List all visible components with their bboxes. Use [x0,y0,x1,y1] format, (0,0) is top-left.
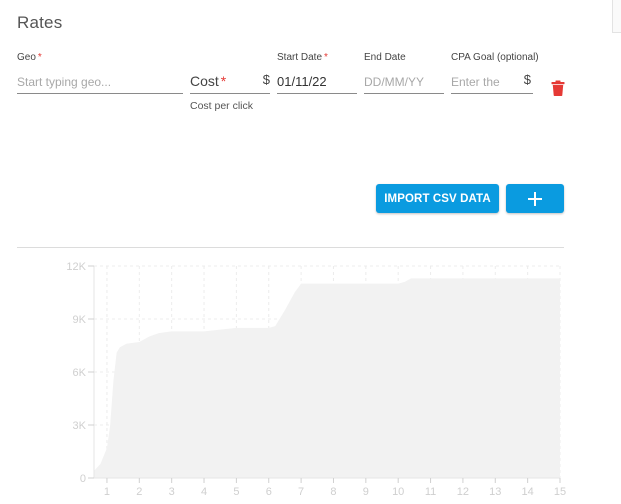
x-tick-label: 4 [201,486,207,498]
rates-chart: 03K6K9K12K1 2 3 4 5 6 7 8 9 10 11 12 13 14 15 [66,261,566,498]
cpa-goal-input[interactable] [451,70,517,94]
start-date-input[interactable] [277,70,357,94]
start-date-field: Start Date * [277,52,357,96]
trash-icon[interactable] [551,80,565,96]
x-tick-label: 12 [457,486,469,498]
required-mark: * [37,52,42,63]
x-tick-label: 10 [392,486,404,498]
scrollbar[interactable] [612,0,621,33]
x-tick-label: 14 [522,486,534,498]
x-tick-label: 3 [169,486,175,498]
currency-symbol: $ [262,72,270,87]
end-date-field: End Date [364,52,444,96]
x-tick-label: 1 [104,486,110,498]
cost-label: Cost * [190,73,227,89]
geo-label: Geo * [17,52,42,63]
x-tick-label: 2 [136,486,142,498]
required-mark: * [324,52,328,63]
x-tick-label: 11 [425,486,436,498]
cost-input[interactable]: Cost * $ [190,70,270,94]
y-tick-label: 12K [66,261,86,273]
x-tick-label: 13 [489,486,501,498]
geo-input[interactable] [17,70,183,94]
x-tick-label: 6 [266,486,272,498]
import-csv-button[interactable]: IMPORT CSV DATA [376,184,499,213]
y-tick-label: 6K [73,367,87,379]
x-tick-label: 8 [330,486,336,498]
required-mark: * [220,73,227,89]
y-tick-label: 3K [73,420,87,432]
cpa-goal-label: CPA Goal (optional) [451,52,539,63]
cost-field: Cost * $ Cost per click [190,52,270,112]
cost-helper-text: Cost per click [190,100,254,112]
x-tick-label: 7 [298,486,304,498]
start-date-label: Start Date * [277,52,328,63]
plus-icon [528,191,542,206]
page-title: Rates [17,13,63,32]
x-tick-label: 5 [233,486,239,498]
currency-symbol: $ [523,72,531,87]
y-tick-label: 9K [73,314,87,326]
geo-field: Geo * [17,52,183,96]
cpa-goal-field: CPA Goal (optional) $ [451,52,539,96]
add-rate-button[interactable] [506,184,564,213]
end-date-input[interactable] [364,70,444,94]
series-area [94,278,560,478]
x-tick-label: 9 [363,486,369,498]
end-date-label: End Date [364,52,406,63]
y-tick-label: 0 [80,473,86,485]
x-tick-label: 15 [554,486,566,498]
divider [17,247,564,248]
